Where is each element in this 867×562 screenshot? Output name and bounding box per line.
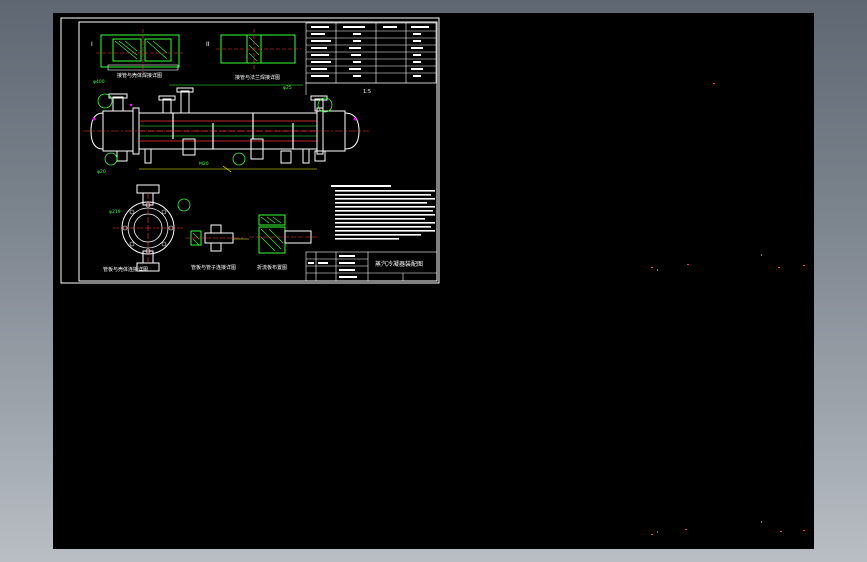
cad-viewport[interactable]: I 接管与壳体焊接详图 II 接管与法兰焊接详图 1:5 φ400 φ20 φ2… [53,13,814,549]
stray-marks [651,83,805,535]
